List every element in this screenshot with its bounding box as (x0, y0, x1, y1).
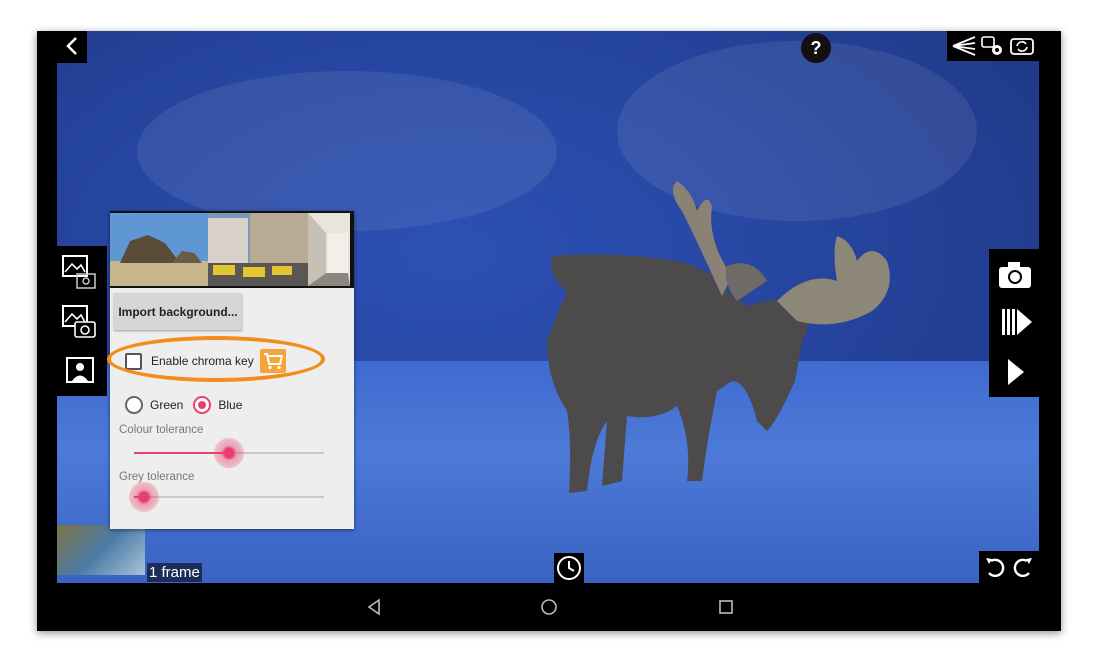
settings-icon[interactable] (980, 34, 1006, 58)
camera-viewfinder[interactable]: ? 1 frame Import background... Enable ch… (57, 31, 1039, 583)
grey-tolerance-slider[interactable] (129, 482, 324, 512)
left-toolbar (57, 246, 107, 396)
frame-guide-icon[interactable] (951, 34, 977, 58)
home-circle-icon[interactable] (539, 597, 559, 617)
undo-icon[interactable] (983, 555, 1007, 579)
grey-tolerance-thumb[interactable] (129, 482, 159, 512)
beach-rock-thumbnail[interactable] (110, 213, 208, 286)
recents-square-icon[interactable] (717, 597, 735, 617)
help-label: ? (810, 37, 822, 58)
android-nav-bar (37, 583, 1061, 631)
radio-green[interactable] (125, 396, 143, 414)
right-toolbar (989, 249, 1039, 397)
help-button[interactable]: ? (801, 33, 831, 63)
timer-button[interactable] (554, 553, 584, 583)
background-image-icon[interactable] (61, 254, 97, 290)
import-background-button[interactable]: Import background... (114, 293, 242, 330)
tablet-screen: ? 1 frame Import background... Enable ch… (37, 31, 1061, 631)
colour-tolerance-label: Colour tolerance (119, 424, 204, 436)
switch-camera-icon[interactable] (1009, 34, 1035, 58)
chevron-left-icon (66, 37, 77, 55)
back-button[interactable] (57, 31, 87, 63)
colour-tolerance-slider[interactable] (134, 438, 324, 468)
last-frame-thumbnail[interactable] (57, 525, 145, 575)
person-portrait-icon[interactable] (65, 356, 95, 386)
top-right-toolbar (947, 31, 1039, 61)
radio-green-label: Green (150, 398, 184, 412)
redo-icon[interactable] (1011, 555, 1035, 579)
city-street-thumbnail[interactable] (208, 213, 308, 286)
radio-blue-label: Blue (218, 398, 243, 412)
play-icon[interactable] (1006, 357, 1026, 387)
image-camera-icon[interactable] (61, 304, 97, 340)
moose-figurine (547, 181, 890, 493)
clock-icon (557, 556, 581, 580)
grey-tolerance-label: Grey tolerance (119, 471, 195, 483)
frame-count-label: 1 frame (147, 563, 202, 582)
undo-redo-bar (979, 551, 1039, 583)
radio-blue[interactable] (193, 396, 212, 414)
alley-thumbnail[interactable] (308, 213, 350, 286)
key-colour-radio-group: Green Blue (125, 396, 252, 414)
colour-tolerance-thumb[interactable] (214, 438, 244, 468)
play-frames-icon[interactable] (1001, 307, 1033, 337)
background-thumbnails (110, 211, 354, 288)
chroma-key-highlight-ring (107, 336, 325, 382)
camera-icon[interactable] (998, 261, 1032, 289)
back-triangle-icon[interactable] (365, 597, 383, 617)
